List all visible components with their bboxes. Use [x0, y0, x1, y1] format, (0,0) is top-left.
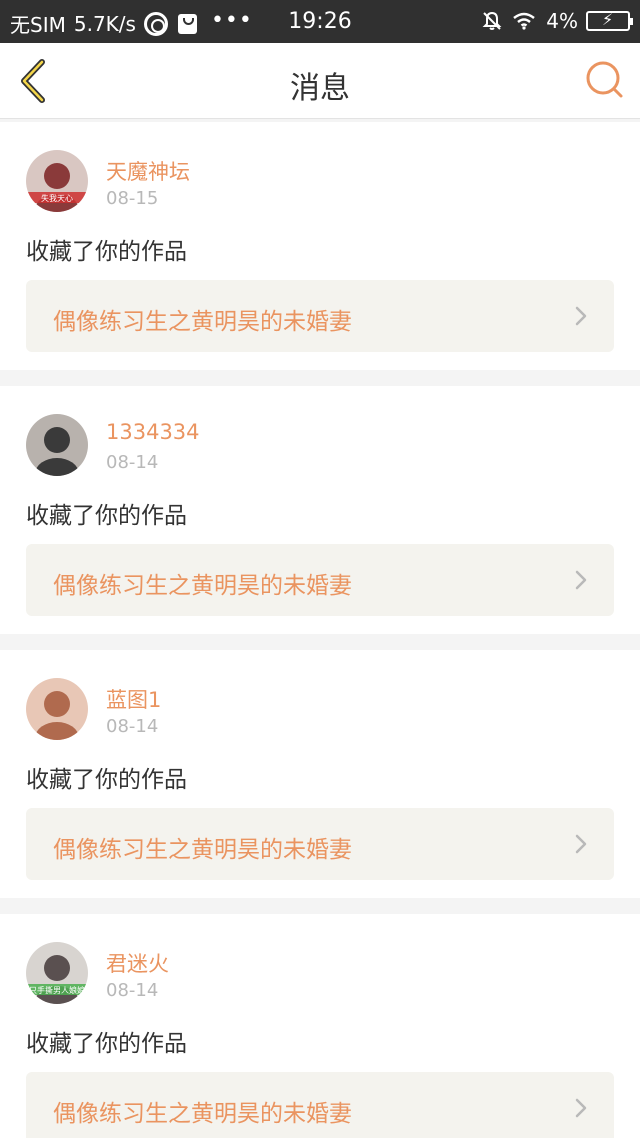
- battery-percent: 4%: [546, 9, 578, 33]
- message-date: 08-15: [106, 188, 159, 209]
- message-date: 08-14: [106, 980, 159, 1001]
- message-card: 蓝图1 08-14 收藏了你的作品 偶像练习生之黄明昊的未婚妻: [0, 650, 640, 898]
- avatar-image: [26, 414, 88, 476]
- message-action: 收藏了你的作品: [26, 1031, 187, 1057]
- message-action: 收藏了你的作品: [26, 767, 187, 793]
- avatar-image: [26, 678, 88, 740]
- message-card: 只手撕男人娘娘 君迷火 08-14 收藏了你的作品 偶像练习生之黄明昊的未婚妻: [0, 914, 640, 1138]
- avatar-caption: 失我天心: [41, 193, 73, 203]
- page-title: 消息: [290, 71, 350, 106]
- avatar[interactable]: 只手撕男人娘娘: [26, 942, 88, 1004]
- chevron-right-icon: [575, 1098, 587, 1118]
- avatar[interactable]: 失我天心: [26, 150, 88, 212]
- work-title: 偶像练习生之黄明昊的未婚妻: [53, 573, 352, 599]
- back-button[interactable]: [14, 57, 58, 105]
- avatar[interactable]: [26, 414, 88, 476]
- battery-charging-icon: ⚡: [586, 10, 633, 31]
- message-action: 收藏了你的作品: [26, 503, 187, 529]
- work-link[interactable]: 偶像练习生之黄明昊的未婚妻: [26, 280, 614, 352]
- header: 消息: [0, 43, 640, 119]
- avatar-image: 失我天心: [26, 150, 88, 212]
- work-link[interactable]: 偶像练习生之黄明昊的未婚妻: [26, 1072, 614, 1138]
- avatar-caption: 只手撕男人娘娘: [29, 985, 85, 995]
- wifi-icon: [513, 12, 536, 30]
- message-date: 08-14: [106, 716, 159, 737]
- mute-bell-icon: [482, 11, 502, 30]
- search-icon: [586, 61, 623, 98]
- work-title: 偶像练习生之黄明昊的未婚妻: [53, 837, 352, 863]
- chevron-right-icon: [575, 834, 587, 854]
- username[interactable]: 天魔神坛: [106, 156, 190, 186]
- search-button[interactable]: [584, 59, 626, 101]
- chevron-right-icon: [575, 306, 587, 326]
- work-title: 偶像练习生之黄明昊的未婚妻: [53, 309, 352, 335]
- work-link[interactable]: 偶像练习生之黄明昊的未婚妻: [26, 544, 614, 616]
- message-card: 失我天心 天魔神坛 08-15 收藏了你的作品 偶像练习生之黄明昊的未婚妻: [0, 122, 640, 370]
- message-card: 1334334 08-14 收藏了你的作品 偶像练习生之黄明昊的未婚妻: [0, 386, 640, 634]
- avatar-image: 只手撕男人娘娘: [26, 942, 88, 1004]
- chevron-right-icon: [575, 570, 587, 590]
- work-title: 偶像练习生之黄明昊的未婚妻: [53, 1101, 352, 1127]
- status-right: 4% ⚡: [482, 9, 633, 33]
- username[interactable]: 君迷火: [106, 948, 169, 978]
- message-date: 08-14: [106, 452, 159, 473]
- work-link[interactable]: 偶像练习生之黄明昊的未婚妻: [26, 808, 614, 880]
- status-bar: 无SIM 5.7K/s ••• 19:26 4% ⚡: [0, 0, 640, 43]
- username[interactable]: 1334334: [106, 420, 200, 444]
- username[interactable]: 蓝图1: [106, 684, 161, 714]
- avatar[interactable]: [26, 678, 88, 740]
- message-action: 收藏了你的作品: [26, 239, 187, 265]
- chevron-left-icon: [21, 59, 45, 103]
- message-list: 失我天心 天魔神坛 08-15 收藏了你的作品 偶像练习生之黄明昊的未婚妻 13…: [0, 122, 640, 1138]
